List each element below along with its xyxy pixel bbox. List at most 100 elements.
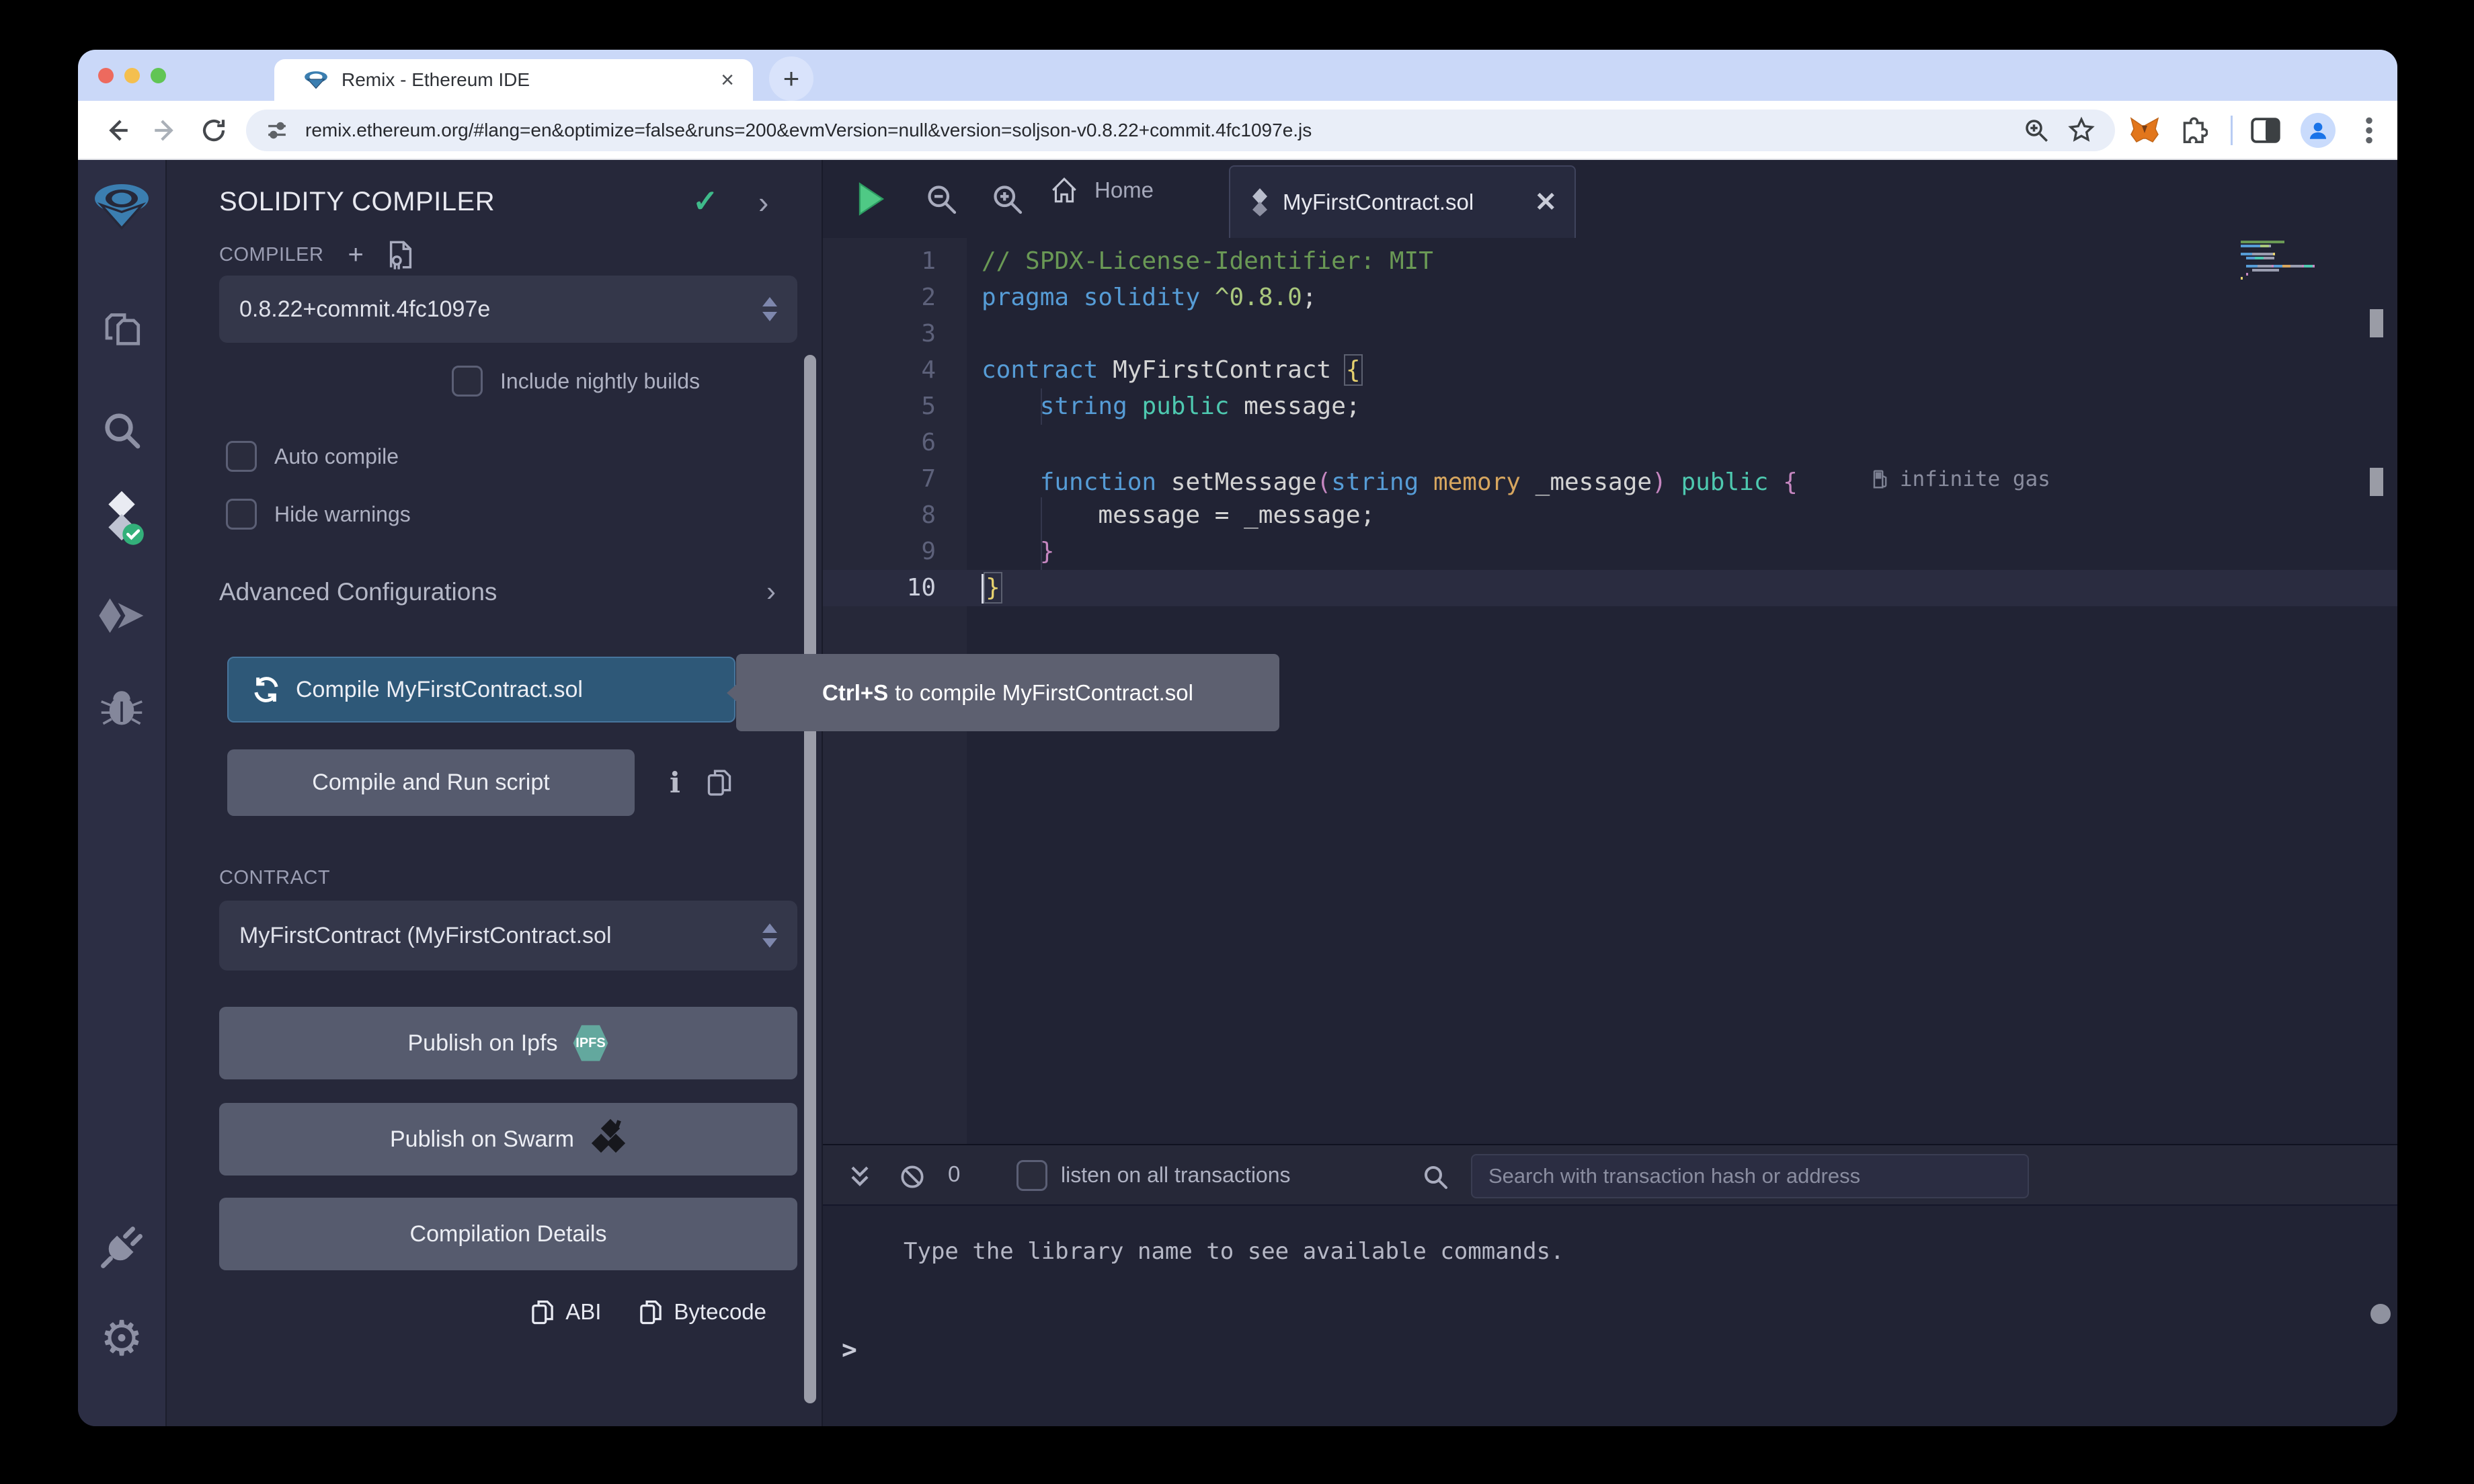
address-bar[interactable]: remix.ethereum.org/#lang=en&optimize=fal… [246,110,2115,151]
hide-warnings-checkbox[interactable] [226,499,257,530]
code-line[interactable]: 4contract MyFirstContract { [823,352,2397,388]
maximize-window-button[interactable] [151,68,166,83]
code-line[interactable]: 5 string public message; [823,388,2397,425]
editor-minimap[interactable] [2241,241,2368,281]
browser-toolbar: remix.ethereum.org/#lang=en&optimize=fal… [78,101,2397,160]
back-button[interactable] [101,114,133,147]
copy-bytecode-button[interactable]: Bytecode [639,1298,766,1325]
window-controls[interactable] [98,68,166,83]
close-window-button[interactable] [98,68,114,83]
new-tab-button[interactable]: + [769,56,813,101]
tab-home[interactable]: Home [1049,175,1154,206]
tab-close-icon[interactable]: ✕ [1534,189,1557,216]
line-number: 2 [823,280,936,316]
line-content: } [982,570,1000,606]
file-explorer-icon[interactable] [89,298,154,363]
profile-avatar[interactable] [2301,114,2336,147]
nightly-builds-row[interactable]: Include nightly builds [452,366,700,397]
url-text[interactable]: remix.ethereum.org/#lang=en&optimize=fal… [305,120,2006,141]
code-line[interactable]: 7 function setMessage(string memory _mes… [823,461,2397,497]
minimize-window-button[interactable] [124,68,140,83]
tooltip-shortcut: Ctrl+S [822,680,888,706]
line-number: 6 [823,425,936,461]
collapse-terminal-icon[interactable] [843,1160,877,1194]
code-line[interactable]: 2 pragma solidity ^0.8.0; [823,280,2397,316]
info-icon[interactable]: i [656,764,694,801]
terminal-prompt[interactable]: > [842,1335,857,1364]
compile-run-button[interactable]: Compile and Run script [227,749,635,816]
tab-myfirstcontract[interactable]: MyFirstContract.sol ✕ [1229,165,1576,238]
site-settings-icon[interactable] [265,118,289,142]
browser-tab-title: Remix - Ethereum IDE [342,69,707,91]
contract-select[interactable]: MyFirstContract (MyFirstContract.sol [219,901,797,971]
metamask-extension-icon[interactable] [2127,114,2162,147]
contract-select-value: MyFirstContract (MyFirstContract.sol [239,923,774,949]
copy-script-icon[interactable] [701,764,738,801]
add-compiler-icon[interactable]: + [348,241,363,268]
listen-transactions-checkbox[interactable] [1016,1160,1047,1191]
settings-gear-icon[interactable]: ⚙ [89,1307,154,1371]
auto-compile-checkbox[interactable] [226,441,257,472]
listen-transactions-label: listen on all transactions [1061,1163,1291,1188]
publish-swarm-button[interactable]: Publish on Swarm [219,1103,797,1176]
code-line[interactable]: 9 } [823,534,2397,570]
search-icon[interactable] [89,398,154,462]
debugger-icon[interactable] [89,675,154,739]
advanced-chevron-icon[interactable]: › [766,575,776,608]
remix-logo[interactable] [89,173,154,238]
code-line[interactable]: 10} [823,570,2397,606]
compiler-section-label: COMPILER [219,244,323,266]
contract-section-label: CONTRACT [219,867,330,889]
auto-compile-row[interactable]: Auto compile [226,441,399,472]
forward-button[interactable] [149,114,182,147]
run-script-play-icon[interactable] [852,180,890,218]
overview-ruler-marker[interactable] [2370,309,2383,337]
reload-button[interactable] [198,114,230,147]
compilation-details-button[interactable]: Compilation Details [219,1198,797,1270]
code-line[interactable]: 1 // SPDX-License-Identifier: MIT [823,243,2397,280]
publish-ipfs-button[interactable]: Publish on Ipfs IPFS [219,1007,797,1079]
terminal-scroll-dot[interactable] [2370,1304,2391,1324]
panel-scrollbar[interactable] [804,355,816,1403]
compile-tooltip: Ctrl+S to compile MyFirstContract.sol [736,654,1279,731]
clear-console-icon[interactable] [895,1160,929,1194]
line-content: pragma solidity ^0.8.0; [982,280,1317,316]
browser-tab[interactable]: Remix - Ethereum IDE × [274,59,753,101]
abi-label: ABI [565,1299,601,1325]
code-line[interactable]: 3 [823,316,2397,352]
zoom-in-icon[interactable] [988,180,1026,218]
line-number: 1 [823,243,936,280]
extensions-puzzle-icon[interactable] [2176,114,2210,147]
panel-chevron-icon[interactable]: › [758,184,768,220]
bookmark-star-icon[interactable] [2067,116,2096,145]
sidepanel-icon[interactable] [2248,114,2283,147]
overview-ruler-marker[interactable] [2370,468,2383,496]
compiler-version-select[interactable]: 0.8.22+commit.4fc1097e [219,276,797,343]
solidity-compiler-icon[interactable] [89,485,154,550]
license-icon[interactable] [388,239,413,270]
compile-button-label: Compile MyFirstContract.sol [296,677,583,703]
remix-favicon [304,69,328,91]
line-content: // SPDX-License-Identifier: MIT [982,243,1433,280]
hide-warnings-row[interactable]: Hide warnings [226,499,411,530]
browser-menu-icon[interactable] [2352,114,2387,147]
code-line[interactable]: 8 message = _message; [823,497,2397,534]
code-lines[interactable]: 1 // SPDX-License-Identifier: MIT 2 pragma … [823,243,2397,606]
code-line[interactable]: 6 [823,425,2397,461]
tab-close-icon[interactable]: × [721,69,734,91]
plugin-manager-icon[interactable] [89,1215,154,1280]
zoom-page-icon[interactable] [2022,116,2050,145]
screen: Remix - Ethereum IDE × + remix.ethereum.… [0,0,2474,1484]
advanced-configurations-header[interactable]: Advanced Configurations [219,578,497,606]
editor-column: Home MyFirstContract.sol ✕ 1 // SPDX-Lice… [823,160,2397,1426]
copy-icon [639,1298,663,1325]
select-arrows-icon [762,297,777,321]
deploy-run-icon[interactable] [89,583,154,648]
compiler-version-value: 0.8.22+commit.4fc1097e [239,296,754,323]
zoom-out-icon[interactable] [922,180,960,218]
terminal-search-input[interactable] [1471,1154,2029,1198]
line-number: 10 [823,570,936,606]
nightly-builds-checkbox[interactable] [452,366,483,397]
copy-abi-button[interactable]: ABI [530,1298,601,1325]
compile-button[interactable]: Compile MyFirstContract.sol [227,657,735,723]
